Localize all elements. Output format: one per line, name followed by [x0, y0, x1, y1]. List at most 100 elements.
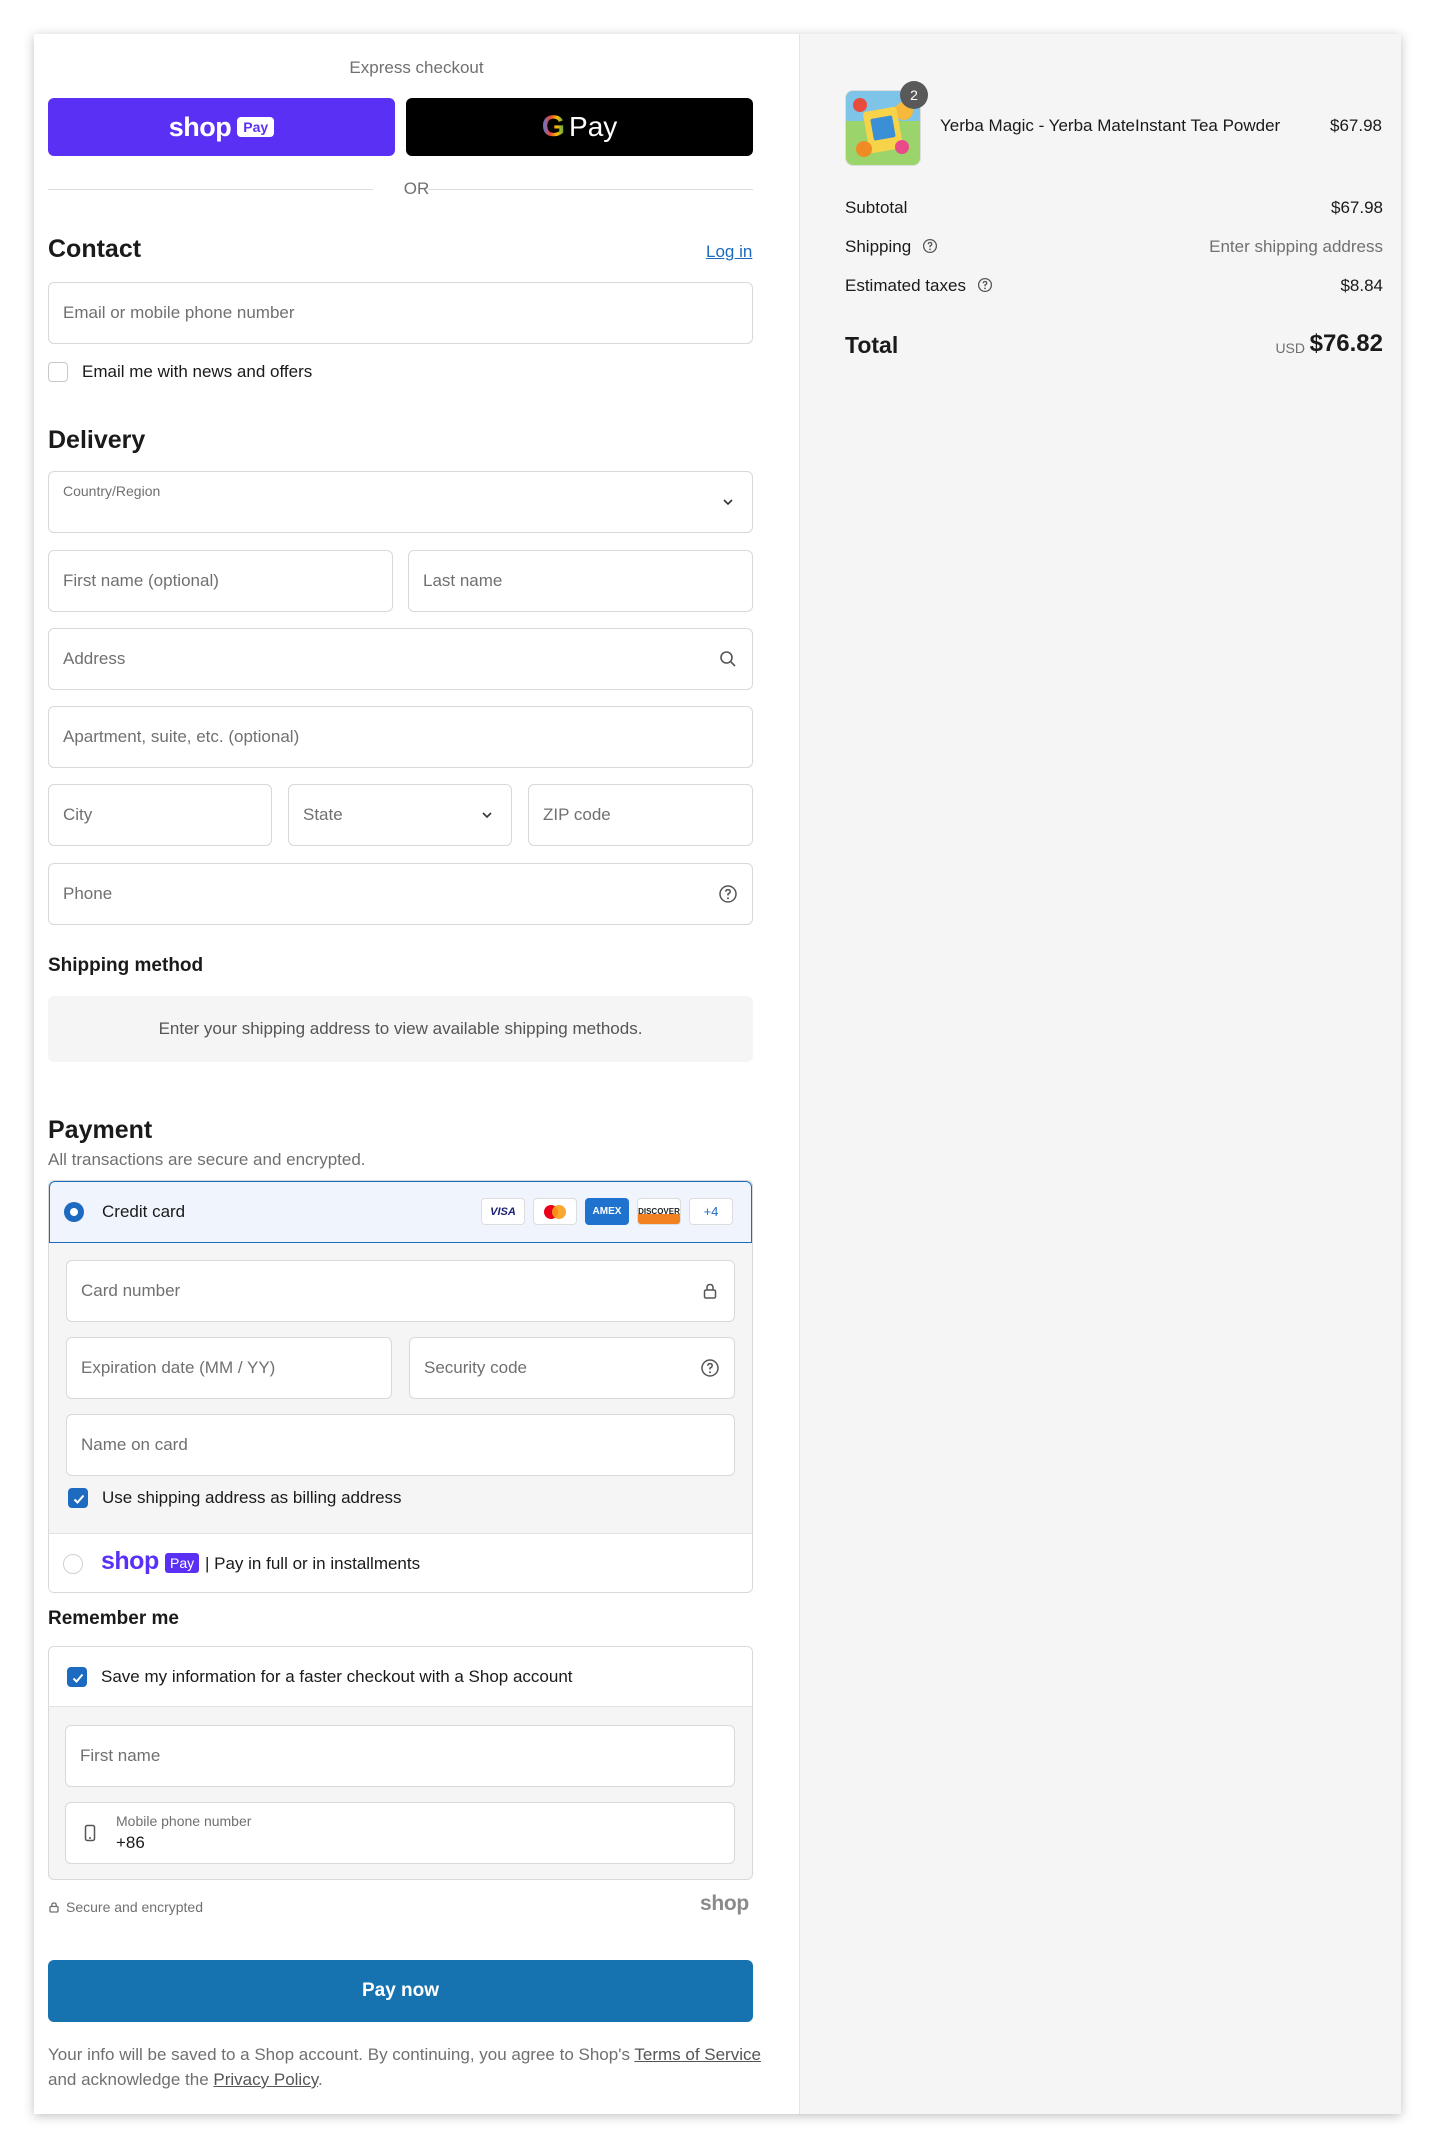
billing-checkbox-row[interactable]: Use shipping address as billing address	[68, 1488, 402, 1508]
or-text: OR	[403, 179, 430, 198]
remember-first-name-placeholder: First name	[80, 1746, 161, 1765]
installments-text: | Pay in full or in installments	[205, 1554, 421, 1573]
apartment-placeholder: Apartment, suite, etc. (optional)	[63, 727, 300, 746]
save-info-row[interactable]: Save my information for a faster checkou…	[49, 1647, 752, 1707]
first-name-placeholder: First name (optional)	[63, 571, 219, 590]
help-circle-icon[interactable]	[977, 277, 993, 293]
billing-label: Use shipping address as billing address	[102, 1488, 402, 1507]
pay-now-button[interactable]: Pay now	[48, 1960, 753, 2022]
delivery-heading: Delivery	[48, 426, 146, 454]
remember-first-name-field[interactable]: First name	[65, 1725, 735, 1787]
taxes-value: $8.84	[1340, 276, 1383, 295]
help-circle-icon[interactable]	[700, 1358, 720, 1378]
shipping-label: Shipping	[845, 237, 912, 256]
security-code-placeholder: Security code	[424, 1358, 527, 1377]
secure-note: Secure and encrypted	[48, 1899, 203, 1915]
amex-icon: AMEX	[585, 1198, 629, 1225]
address-placeholder: Address	[63, 649, 126, 668]
product-price: $67.98	[1330, 116, 1382, 135]
card-fields-panel: Card number Expiration date (MM / YY) Se…	[49, 1243, 752, 1533]
product-thumbnail: 2	[845, 81, 928, 166]
chevron-down-icon	[723, 499, 733, 506]
legal-part1: Your info will be saved to a Shop accoun…	[48, 2045, 635, 2064]
chevron-down-icon	[482, 812, 492, 819]
total-row: Total USD $76.82	[845, 328, 1383, 364]
zip-placeholder: ZIP code	[543, 805, 611, 824]
payment-subtitle: All transactions are secure and encrypte…	[48, 1150, 366, 1169]
payment-methods: Credit card VISA AMEX DISCOVER +4 Card n…	[48, 1180, 753, 1593]
secure-text: Secure and encrypted	[66, 1899, 203, 1915]
card-number-placeholder: Card number	[81, 1281, 181, 1300]
card-number-field[interactable]: Card number	[66, 1260, 735, 1322]
shipping-method-notice: Enter your shipping address to view avai…	[48, 996, 753, 1062]
mobile-phone-field[interactable]: Mobile phone number +86	[65, 1802, 735, 1864]
phone-field[interactable]: Phone	[48, 863, 753, 925]
subtotal-row: Subtotal $67.98	[845, 198, 1383, 218]
remember-panel: Save my information for a faster checkou…	[48, 1646, 753, 1880]
state-placeholder: State	[303, 805, 343, 824]
shipping-method-heading: Shipping method	[48, 955, 204, 976]
security-code-field[interactable]: Security code	[409, 1337, 735, 1399]
shop-wordmark: shop	[168, 111, 232, 142]
credit-card-label: Credit card	[102, 1202, 186, 1221]
subtotal-label: Subtotal	[845, 198, 908, 217]
checkout-window: Express checkout shop Pay G Pay OR Conta…	[34, 34, 1401, 2114]
express-checkout-title: Express checkout	[349, 58, 484, 77]
city-field[interactable]: City	[48, 784, 272, 846]
expiration-placeholder: Expiration date (MM / YY)	[81, 1358, 276, 1377]
apartment-field[interactable]: Apartment, suite, etc. (optional)	[48, 706, 753, 768]
shipping-notice-text: Enter your shipping address to view avai…	[158, 1019, 643, 1038]
expiration-field[interactable]: Expiration date (MM / YY)	[66, 1337, 392, 1399]
google-pay-button[interactable]: G Pay	[406, 98, 753, 156]
shop-logo: shop	[700, 1892, 749, 1915]
remember-heading: Remember me	[48, 1608, 179, 1629]
billing-checkbox[interactable]	[68, 1488, 88, 1508]
name-on-card-placeholder: Name on card	[81, 1435, 188, 1454]
help-circle-icon[interactable]	[718, 884, 738, 904]
country-select[interactable]: Country/Region	[48, 471, 753, 533]
mobile-phone-value[interactable]: +86	[116, 1833, 145, 1853]
city-placeholder: City	[63, 805, 93, 824]
more-cards-badge: +4	[689, 1198, 733, 1225]
privacy-link[interactable]: Privacy Policy	[213, 2070, 318, 2089]
mobile-phone-icon	[84, 1824, 96, 1842]
legal-text: Your info will be saved to a Shop accoun…	[48, 2042, 768, 2092]
last-name-field[interactable]: Last name	[408, 550, 753, 612]
search-icon[interactable]	[718, 649, 738, 669]
contact-heading: Contact	[48, 235, 142, 263]
login-link[interactable]: Log in	[706, 242, 752, 262]
pay-badge: Pay	[165, 1553, 200, 1573]
name-on-card-field[interactable]: Name on card	[66, 1414, 735, 1476]
news-checkbox-row[interactable]: Email me with news and offers	[48, 362, 312, 382]
subtotal-value: $67.98	[1331, 198, 1383, 217]
shipping-value: Enter shipping address	[1209, 237, 1383, 256]
first-name-field[interactable]: First name (optional)	[48, 550, 393, 612]
lock-icon	[703, 1283, 717, 1299]
save-info-checkbox[interactable]	[67, 1666, 87, 1687]
help-circle-icon[interactable]	[922, 238, 938, 254]
total-value: $76.82	[1309, 330, 1383, 357]
visa-icon: VISA	[481, 1198, 525, 1225]
shop-pay-radio[interactable]	[63, 1554, 83, 1574]
news-checkbox[interactable]	[48, 362, 68, 382]
google-g-icon: G	[541, 110, 566, 143]
product-name: Yerba Magic - Yerba MateInstant Tea Powd…	[940, 116, 1281, 135]
state-select[interactable]: State	[288, 784, 512, 846]
mastercard-icon	[533, 1198, 577, 1225]
shop-wordmark: shop	[101, 1547, 159, 1575]
terms-link[interactable]: Terms of Service	[634, 2045, 761, 2064]
total-label: Total	[845, 332, 899, 358]
discover-icon: DISCOVER	[637, 1198, 681, 1225]
credit-card-option[interactable]: Credit card VISA AMEX DISCOVER +4	[49, 1181, 752, 1243]
payment-heading: Payment	[48, 1116, 153, 1144]
shop-pay-button[interactable]: shop Pay	[48, 98, 395, 156]
shop-pay-option[interactable]: shop Pay | Pay in full or in installment…	[49, 1533, 752, 1592]
total-currency: USD	[1275, 340, 1305, 356]
zip-field[interactable]: ZIP code	[528, 784, 753, 846]
last-name-placeholder: Last name	[423, 571, 503, 590]
address-field[interactable]: Address	[48, 628, 753, 690]
credit-card-radio[interactable]	[64, 1202, 84, 1222]
order-summary: 2 Yerba Magic - Yerba MateInstant Tea Po…	[799, 34, 1401, 2114]
email-field[interactable]: Email or mobile phone number	[48, 282, 753, 344]
pay-badge: Pay	[237, 117, 275, 137]
